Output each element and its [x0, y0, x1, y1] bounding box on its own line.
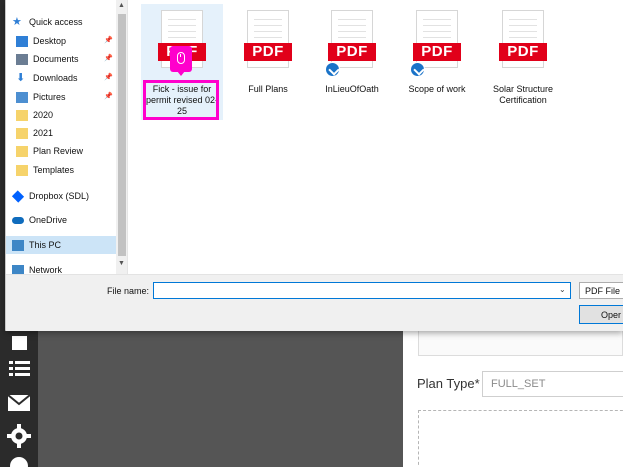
nav-item-label: Pictures — [33, 92, 66, 102]
dropbox-icon — [11, 189, 25, 203]
file-list: PDFFick - issue for permit revised 02-25… — [129, 0, 623, 274]
pictures-icon — [16, 91, 28, 103]
pdf-file-icon: PDF — [244, 10, 292, 68]
file-name-input[interactable] — [153, 282, 571, 299]
nav-item-documents[interactable]: Documents 📌 — [6, 50, 116, 68]
pdf-label: PDF — [413, 43, 461, 61]
desktop-icon — [16, 35, 28, 47]
nav-item-label: Templates — [33, 165, 75, 175]
plan-type-field[interactable]: FULL_SET — [482, 371, 623, 397]
mouse-icon — [177, 52, 185, 64]
sync-status-icon — [410, 62, 425, 77]
pdf-label: PDF — [244, 43, 292, 61]
download-icon: ⬇ — [16, 71, 26, 84]
help-icon[interactable] — [5, 452, 33, 467]
dialog-footer: File name: ⌄ PDF File Oper — [6, 274, 623, 331]
navigation-pane: ★ Quick access Desktop 📌 Documents 📌 ⬇ Download… — [6, 0, 128, 274]
nav-item-desktop[interactable]: Desktop 📌 — [6, 32, 116, 50]
pdf-file-icon: PDF — [328, 10, 376, 68]
file-name: Solar Structure Certification — [492, 84, 554, 105]
file-item[interactable]: PDF Full Plans — [227, 4, 309, 120]
file-name: Scope of work — [408, 84, 466, 94]
content-area — [38, 330, 403, 467]
pin-icon: 📌 — [104, 93, 113, 100]
nav-item-plan-review[interactable]: Plan Review — [6, 142, 116, 160]
click-marker — [170, 46, 192, 76]
pin-icon: 📌 — [104, 55, 113, 62]
nav-item-label: Documents — [33, 54, 79, 64]
list-icon[interactable] — [5, 356, 33, 382]
network-icon — [12, 264, 24, 274]
nav-item-2020[interactable]: 2020 — [6, 106, 116, 124]
pin-icon: 📌 — [104, 37, 113, 44]
nav-item-label: Desktop — [33, 36, 67, 46]
pdf-label: PDF — [328, 43, 376, 61]
nav-item-templates[interactable]: Templates — [6, 161, 116, 179]
pdf-file-icon: PDF — [499, 10, 547, 68]
folder-icon — [16, 164, 28, 176]
file-item[interactable]: PDF InLieuOfOath — [311, 4, 393, 120]
folder-icon — [16, 127, 28, 139]
nav-item-pictures[interactable]: Pictures 📌 — [6, 88, 116, 106]
nav-item-downloads[interactable]: ⬇ Downloads 📌 — [6, 69, 116, 87]
selection-highlight — [143, 80, 219, 120]
pdf-label: PDF — [499, 43, 547, 61]
pdf-file-icon: PDF — [413, 10, 461, 68]
onedrive-icon — [12, 216, 24, 224]
documents-icon — [16, 53, 28, 65]
nav-scrollbar[interactable]: ▲ ▼ — [116, 0, 127, 274]
pin-icon: 📌 — [104, 74, 113, 81]
file-item[interactable]: PDF Scope of work — [396, 4, 478, 120]
nav-item-2021[interactable]: 2021 — [6, 124, 116, 142]
document-icon[interactable] — [5, 328, 33, 354]
file-type-select[interactable]: PDF File — [579, 282, 623, 299]
scroll-down-icon[interactable]: ▼ — [118, 260, 125, 267]
mail-icon[interactable] — [5, 390, 33, 416]
nav-item-quick-access[interactable]: ★ Quick access — [6, 13, 116, 31]
file-drop-zone[interactable] — [418, 410, 623, 467]
nav-item-label: OneDrive — [29, 215, 68, 225]
file-name-label: File name: — [107, 286, 150, 296]
nav-item-this-pc[interactable]: This PC — [6, 236, 116, 254]
nav-item-dropbox-sdl[interactable]: Dropbox (SDL) — [6, 187, 116, 205]
scroll-up-icon[interactable]: ▲ — [118, 2, 125, 9]
gear-icon[interactable] — [5, 423, 33, 449]
nav-item-label: Dropbox (SDL) — [29, 191, 90, 201]
nav-item-label: This PC — [29, 240, 62, 250]
computer-icon — [12, 239, 24, 251]
chevron-down-icon[interactable]: ⌄ — [559, 285, 566, 294]
nav-item-label: 2021 — [33, 128, 54, 138]
nav-item-label: Downloads — [33, 73, 78, 83]
nav-item-onedrive[interactable]: OneDrive — [6, 211, 116, 229]
open-button[interactable]: Oper — [579, 305, 623, 324]
file-open-dialog: ★ Quick access Desktop 📌 Documents 📌 ⬇ Download… — [5, 0, 623, 331]
file-name: InLieuOfOath — [325, 84, 379, 94]
file-item[interactable]: PDF Solar Structure Certification — [482, 4, 564, 120]
file-name: Full Plans — [248, 84, 288, 94]
form-section — [418, 330, 623, 356]
nav-item-network[interactable]: Network — [6, 261, 116, 274]
folder-icon — [16, 109, 28, 121]
file-item[interactable]: PDFFick - issue for permit revised 02-25 — [141, 4, 223, 120]
star-icon: ★ — [12, 15, 22, 28]
plan-type-label: Plan Type* — [417, 376, 480, 391]
scrollbar-thumb[interactable] — [118, 14, 126, 256]
sync-status-icon — [325, 62, 340, 77]
nav-item-label: Network — [29, 265, 63, 274]
folder-icon — [16, 145, 28, 157]
nav-item-label: 2020 — [33, 110, 54, 120]
nav-item-label: Plan Review — [33, 146, 84, 156]
nav-item-label: Quick access — [29, 17, 83, 27]
